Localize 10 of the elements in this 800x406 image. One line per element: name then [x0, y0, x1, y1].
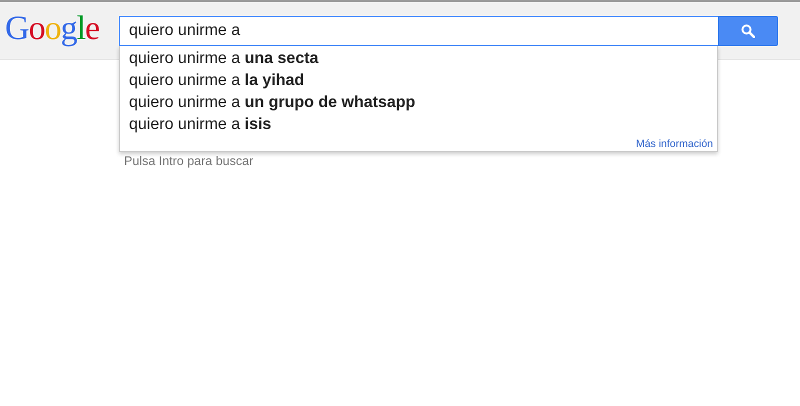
suggestion-item[interactable]: quiero unirme a isis — [120, 114, 717, 136]
suggestion-item[interactable]: quiero unirme a un grupo de whatsapp — [120, 92, 717, 114]
google-logo[interactable]: Google — [0, 12, 119, 46]
search-hint: Pulsa Intro para buscar — [124, 154, 254, 168]
search-icon — [741, 24, 755, 38]
suggestion-item[interactable]: quiero unirme a una secta — [120, 48, 717, 70]
suggestion-item[interactable]: quiero unirme a la yihad — [120, 70, 717, 92]
search-button[interactable] — [718, 16, 778, 46]
more-info-link[interactable]: Más información — [636, 138, 713, 150]
search-field[interactable]: quiero unirme a — [119, 16, 718, 46]
